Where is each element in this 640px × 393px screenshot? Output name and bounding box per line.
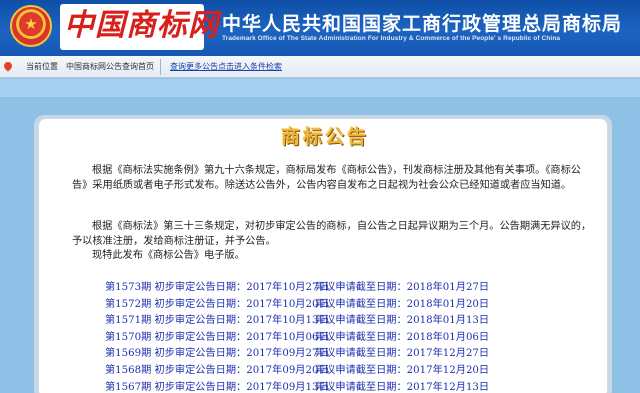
objection-deadline: 异议申请截至日期：2018年01月06日 bbox=[315, 331, 490, 343]
objection-deadline: 异议申请截至日期：2018年01月13日 bbox=[315, 315, 490, 327]
issue-date: 第1569期 初步审定公告日期：2017年09月27日 bbox=[105, 348, 329, 360]
issue-date: 第1571期 初步审定公告日期：2017年10月13日 bbox=[105, 315, 329, 327]
objection-deadline: 异议申请截至日期：2017年12月13日 bbox=[315, 381, 490, 393]
advanced-search-link[interactable]: 查询更多公告点击进入条件检索 bbox=[170, 61, 282, 73]
location-label: 当前位置 bbox=[26, 62, 58, 71]
breadcrumb-home-link[interactable]: 中国商标网公告查询首页 bbox=[66, 61, 154, 73]
notice-paragraph-2: 根据《商标法》第三十三条规定，对初步审定公告的商标，自公告之日起异议期为三个月。… bbox=[72, 221, 592, 247]
notice-issue-link[interactable]: 第1569期 初步审定公告日期：2017年09月27日 异议申请截至日期：201… bbox=[105, 346, 585, 363]
objection-deadline: 异议申请截至日期：2017年12月20日 bbox=[315, 364, 490, 376]
notice-title: 商标公告 bbox=[280, 126, 369, 148]
office-subtitle: Trademark Office of The State Administra… bbox=[222, 35, 561, 42]
office-title: 中华人民共和国国家工商行政管理总局商标局 bbox=[222, 13, 623, 35]
breadcrumb-bar: 当前位置 中国商标网公告查询首页 查询更多公告点击进入条件检索 bbox=[0, 56, 640, 78]
notice-paragraph-3: 现特此发布《商标公告》电子版。 bbox=[92, 250, 245, 261]
issue-date: 第1570期 初步审定公告日期：2017年10月06日 bbox=[105, 331, 329, 343]
national-emblem-icon bbox=[10, 5, 52, 47]
nav-divider bbox=[160, 59, 161, 75]
notice-issue-link[interactable]: 第1570期 初步审定公告日期：2017年10月06日 异议申请截至日期：201… bbox=[105, 330, 585, 347]
issue-date: 第1573期 初步审定公告日期：2017年10月27日 bbox=[105, 282, 329, 293]
objection-deadline: 异议申请截至日期：2017年12月27日 bbox=[315, 348, 490, 360]
site-logo[interactable]: 中国商标网 bbox=[64, 7, 219, 45]
notice-issue-list: 第1573期 初步审定公告日期：2017年10月27日 异议申请截至日期：201… bbox=[105, 280, 585, 393]
notice-paragraph-1: 根据《商标法实施条例》第九十六条规定，商标局发布《商标公告》，刊发商标注册及其他… bbox=[72, 165, 581, 191]
notice-issue-link[interactable]: 第1572期 初步审定公告日期：2017年10月20日 异议申请截至日期：201… bbox=[105, 297, 585, 314]
issue-date: 第1567期 初步审定公告日期：2017年09月13日 bbox=[105, 381, 329, 393]
decorative-strip bbox=[0, 79, 640, 97]
notice-issue-link[interactable]: 第1568期 初步审定公告日期：2017年09月20日 异议申请截至日期：201… bbox=[105, 363, 585, 380]
issue-date: 第1568期 初步审定公告日期：2017年09月20日 bbox=[105, 364, 329, 376]
location-pin-icon bbox=[2, 60, 14, 72]
objection-deadline: 异议申请截至日期：2018年01月27日 bbox=[315, 282, 490, 293]
notice-issue-link[interactable]: 第1567期 初步审定公告日期：2017年09月13日 异议申请截至日期：201… bbox=[105, 380, 585, 393]
issue-date: 第1572期 初步审定公告日期：2017年10月20日 bbox=[105, 298, 329, 310]
notice-issue-link[interactable]: 第1573期 初步审定公告日期：2017年10月27日 异议申请截至日期：201… bbox=[105, 280, 585, 297]
site-header: 中国商标网 中华人民共和国国家工商行政管理总局商标局 Trademark Off… bbox=[0, 0, 640, 56]
notice-issue-link[interactable]: 第1571期 初步审定公告日期：2017年10月13日 异议申请截至日期：201… bbox=[105, 313, 585, 330]
objection-deadline: 异议申请截至日期：2018年01月20日 bbox=[315, 298, 490, 310]
